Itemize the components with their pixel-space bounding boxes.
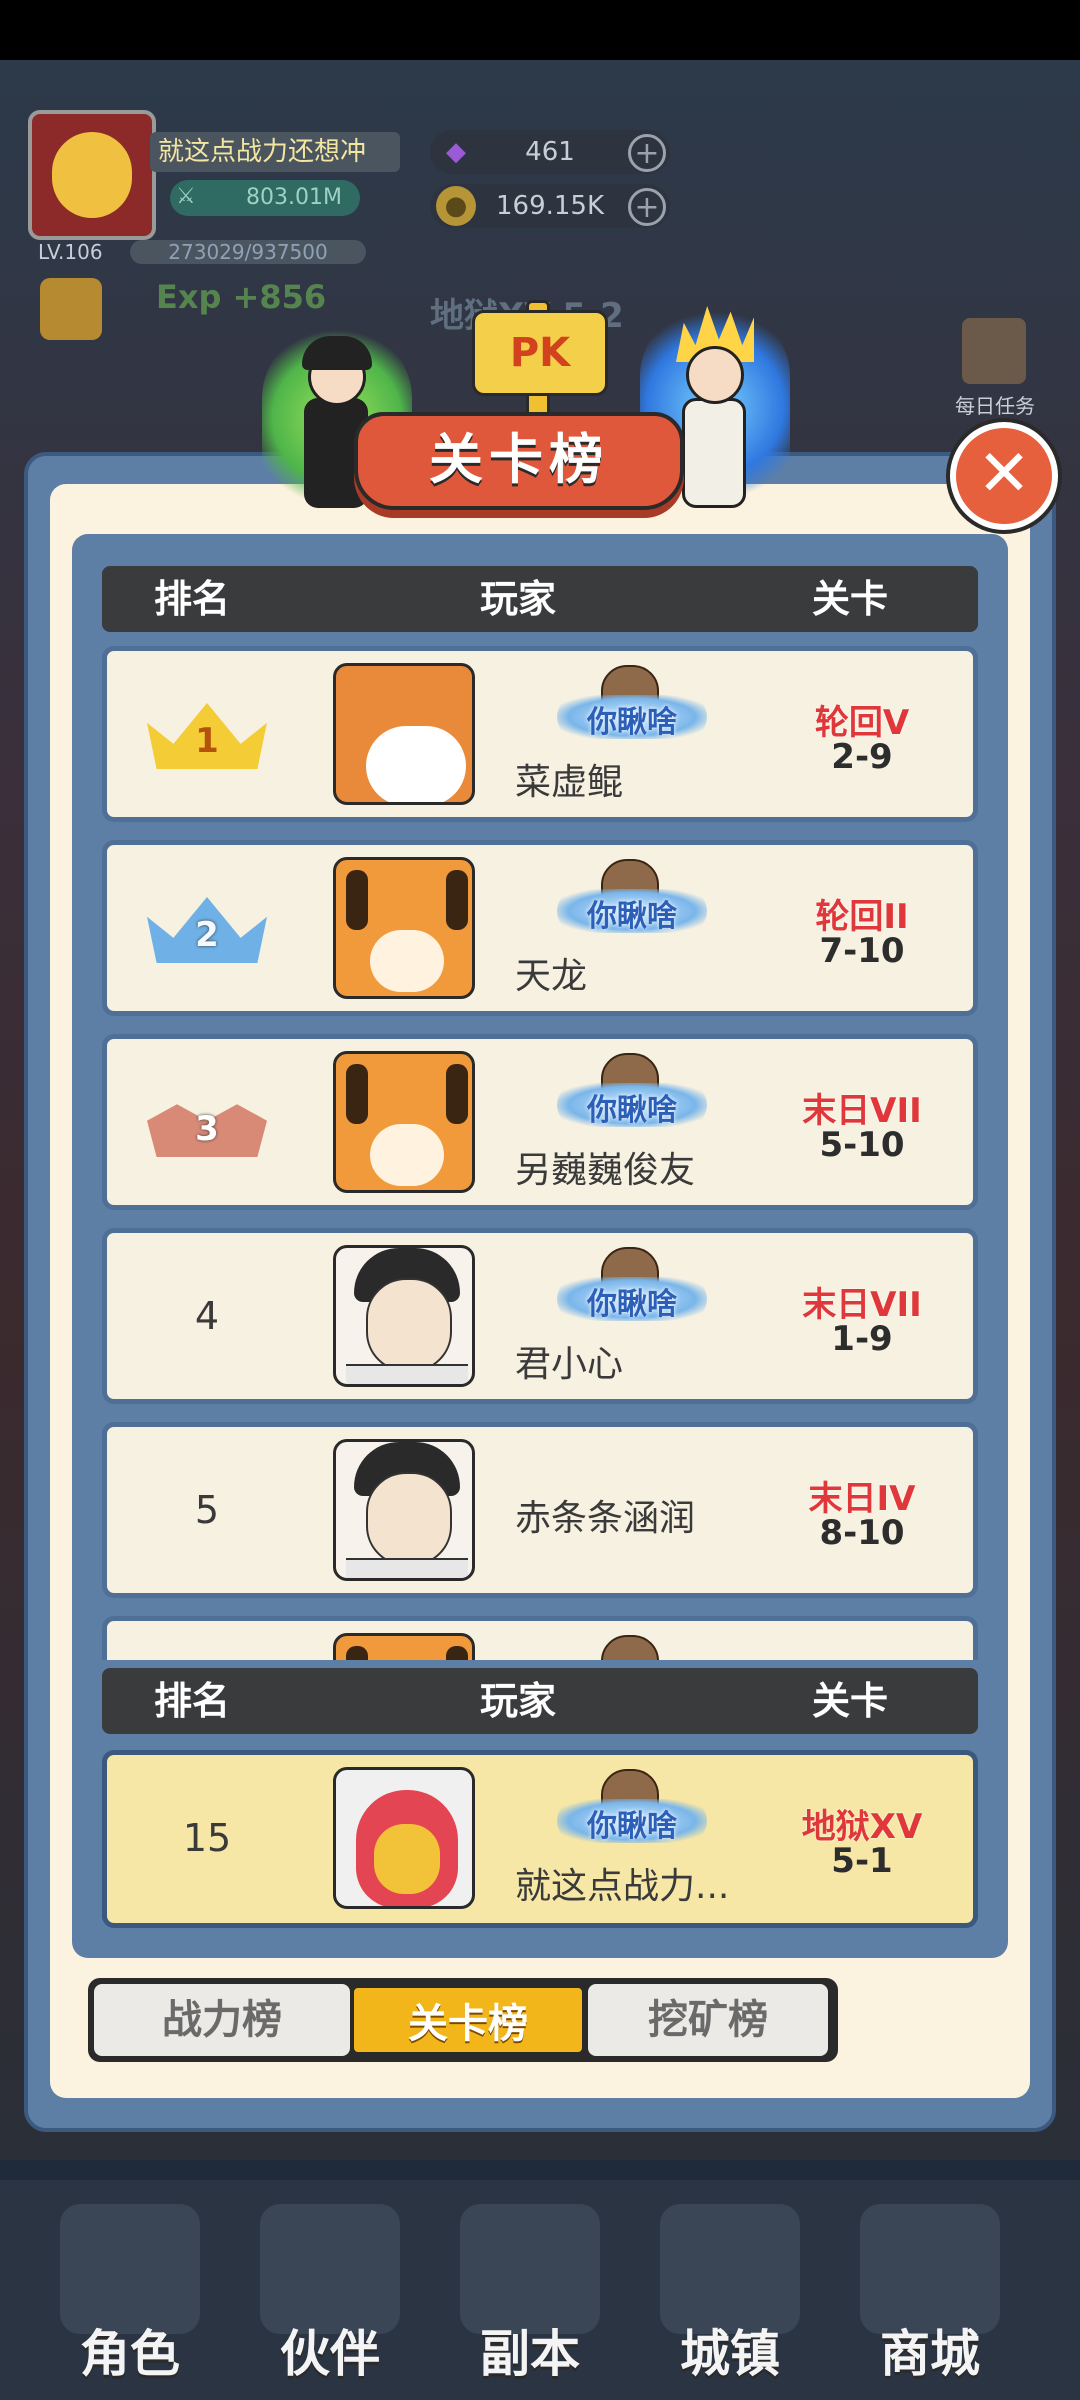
nav-shop[interactable]: 商城 [840, 2204, 1020, 2384]
nav-label: 商城 [880, 2325, 980, 2383]
power-value: 803.01M [170, 180, 360, 216]
gold-crown-icon: 1 [137, 693, 277, 779]
status-bar [0, 0, 1080, 60]
header-player: 玩家 [480, 577, 557, 621]
player-name: 就这点战力... [515, 1866, 730, 1907]
nav-label: 副本 [480, 2325, 580, 2383]
player-avatar[interactable] [333, 663, 475, 805]
player-avatar[interactable] [333, 1245, 475, 1387]
rank-number: 5 [194, 1488, 220, 1532]
stage-level: 7-10 [819, 931, 905, 971]
player-name: 另巍巍俊友 [515, 1150, 696, 1191]
exp-bar: 273029/937500 [130, 240, 366, 264]
title-badge [557, 1635, 707, 1660]
header-player: 玩家 [480, 1679, 557, 1723]
table-row[interactable] [102, 1616, 978, 1660]
header-rank: 排名 [154, 577, 231, 621]
table-row[interactable]: 5 赤条条涵润 末日IV 8-10 [102, 1422, 978, 1598]
ranking-list[interactable]: 1 你瞅啥 菜虚鲲 轮回V 2-9 2 你瞅啥 天龙 轮回II 7-10 3 你… [102, 640, 978, 1660]
table-row[interactable]: 3 你瞅啥 另巍巍俊友 末日VII 5-10 [102, 1034, 978, 1210]
header-stage: 关卡 [812, 1679, 889, 1723]
rank-number: 15 [182, 1816, 232, 1860]
title-badge: 你瞅啥 [557, 859, 707, 943]
close-button[interactable]: ✕ [950, 422, 1058, 530]
rank-number: 4 [194, 1294, 220, 1338]
header-stage: 关卡 [812, 577, 889, 621]
daily-task-label: 每日任务 [955, 394, 1035, 418]
title-badge: 你瞅啥 [557, 1769, 707, 1853]
header-rank: 排名 [154, 1679, 231, 1723]
menu-button[interactable] [40, 278, 102, 340]
gem-icon: ◆ [446, 137, 466, 167]
task-list-icon [962, 318, 1026, 384]
coin-icon: ● [436, 186, 476, 226]
table-row[interactable]: 1 你瞅啥 菜虚鲲 轮回V 2-9 [102, 646, 978, 822]
stage-level: 5-1 [831, 1841, 893, 1881]
nav-dungeon[interactable]: 副本 [440, 2204, 620, 2384]
nav-character[interactable]: 角色 [40, 2204, 220, 2384]
bronze-crown-icon: 3 [137, 1081, 277, 1167]
table-row[interactable]: 2 你瞅啥 天龙 轮回II 7-10 [102, 840, 978, 1016]
my-rank-row[interactable]: 15 你瞅啥 就这点战力... 地狱XV 5-1 [102, 1750, 978, 1928]
my-rank-header: 排名 玩家 关卡 [102, 1668, 978, 1734]
tab-mining[interactable]: 挖矿榜 [588, 1984, 828, 2056]
player-avatar[interactable] [333, 1051, 475, 1193]
player-avatar[interactable] [333, 1767, 475, 1909]
add-gems-button[interactable]: + [628, 134, 666, 172]
leaderboard-tabs: 战力榜 关卡榜 挖矿榜 [88, 1978, 838, 2062]
player-name: 菜虚鲲 [515, 762, 624, 803]
table-row[interactable]: 4 你瞅啥 君小心 末日VII 1-9 [102, 1228, 978, 1404]
exp-gain-text: Exp +856 [156, 278, 327, 316]
tab-stage[interactable]: 关卡榜 [350, 1984, 586, 2056]
player-avatar[interactable] [28, 110, 156, 240]
nav-town[interactable]: 城镇 [640, 2204, 820, 2384]
title-badge: 你瞅啥 [557, 1053, 707, 1137]
daily-task-button[interactable]: 每日任务 [940, 318, 1050, 418]
nav-partner[interactable]: 伙伴 [240, 2204, 420, 2384]
nav-label: 城镇 [680, 2325, 780, 2383]
table-header: 排名 玩家 关卡 [102, 566, 978, 632]
player-level: LV.106 [38, 240, 103, 264]
stage-level: 8-10 [819, 1513, 905, 1553]
player-name: 就这点战力还想冲 [150, 132, 400, 172]
player-avatar[interactable] [333, 1439, 475, 1581]
sword-icon: ⚔ [176, 184, 196, 209]
stage-level: 2-9 [831, 737, 893, 777]
title-badge: 你瞅啥 [557, 1247, 707, 1331]
nav-label: 角色 [80, 2325, 180, 2383]
player-avatar[interactable] [333, 1633, 475, 1660]
nav-label: 伙伴 [280, 2325, 380, 2383]
player-name: 赤条条涵润 [515, 1498, 696, 1539]
player-name: 君小心 [515, 1344, 624, 1385]
pk-flag-icon: PK [466, 300, 612, 418]
silver-crown-icon: 2 [137, 887, 277, 973]
player-name: 天龙 [515, 956, 588, 997]
player-avatar[interactable] [333, 857, 475, 999]
stage-level: 1-9 [831, 1319, 893, 1359]
tab-power[interactable]: 战力榜 [94, 1984, 350, 2056]
stage-level: 5-10 [819, 1125, 905, 1165]
add-coins-button[interactable]: + [628, 188, 666, 226]
modal-title: 关卡榜 [354, 412, 684, 510]
title-badge: 你瞅啥 [557, 665, 707, 749]
